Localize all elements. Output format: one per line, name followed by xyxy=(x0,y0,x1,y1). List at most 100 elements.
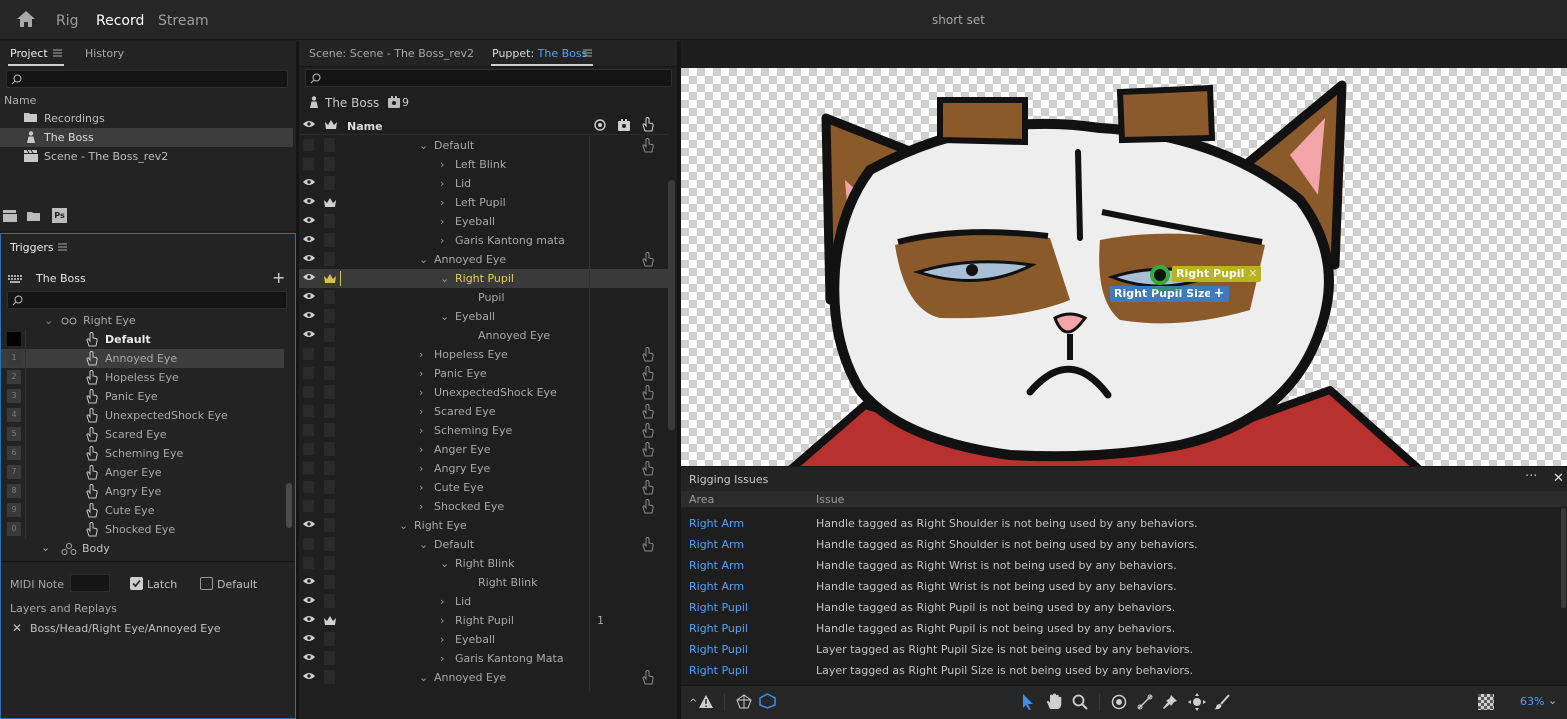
remove-layer-icon[interactable]: ✕ xyxy=(12,621,22,635)
visibility-eye-icon[interactable] xyxy=(303,653,315,661)
expand-right-icon[interactable]: › xyxy=(419,500,423,513)
visibility-eye-icon[interactable] xyxy=(303,577,315,585)
layer-row[interactable]: › Garis Kantong Mata xyxy=(299,649,669,668)
trigger-item[interactable]: 6 Scheming Eye xyxy=(1,444,284,463)
scene-tab[interactable]: Scene: Scene - The Boss_rev2 xyxy=(309,47,474,60)
warp-toggle[interactable] xyxy=(324,366,335,380)
warp-toggle[interactable] xyxy=(324,328,335,342)
visibility-toggle[interactable] xyxy=(303,538,314,550)
issue-area-link[interactable]: Right Pupil xyxy=(689,664,748,677)
visibility-eye-icon[interactable] xyxy=(303,634,315,642)
warp-toggle[interactable] xyxy=(324,442,335,456)
warp-toggle[interactable] xyxy=(324,157,335,171)
warning-icon[interactable] xyxy=(699,695,713,708)
project-item-scene[interactable]: Scene - The Boss_rev2 xyxy=(0,147,293,166)
warp-toggle[interactable] xyxy=(324,537,335,551)
visibility-toggle[interactable] xyxy=(303,405,314,417)
expand-right-icon[interactable]: › xyxy=(440,196,444,209)
layer-row[interactable]: › Left Pupil xyxy=(299,193,669,212)
layer-row[interactable]: ⌄ Eyeball xyxy=(299,307,669,326)
warp-toggle[interactable] xyxy=(324,594,335,608)
layer-row[interactable]: ⌄ Annoyed Eye xyxy=(299,250,669,269)
issue-area-link[interactable]: Right Arm xyxy=(689,538,744,551)
visibility-eye-icon[interactable] xyxy=(303,292,315,300)
expand-down-icon[interactable]: ⌄ xyxy=(419,139,428,152)
expand-right-icon[interactable]: › xyxy=(419,443,423,456)
expand-down-icon[interactable]: ⌄ xyxy=(419,671,428,684)
visibility-eye-icon[interactable] xyxy=(303,330,315,338)
layer-row[interactable]: ⌄ Right Eye xyxy=(299,516,669,535)
pin-icon[interactable] xyxy=(1162,694,1178,710)
warp-toggle[interactable] xyxy=(324,347,335,361)
warp-toggle[interactable] xyxy=(324,670,335,684)
visibility-toggle[interactable] xyxy=(303,481,314,493)
layer-row[interactable]: › Hopeless Eye xyxy=(299,345,669,364)
layer-row[interactable]: › Angry Eye xyxy=(299,459,669,478)
warp-toggle[interactable] xyxy=(324,651,335,665)
add-tag-button[interactable]: + xyxy=(1210,286,1228,302)
trigger-item[interactable]: 9 Cute Eye xyxy=(1,501,284,520)
expand-down-icon[interactable]: ⌄ xyxy=(440,272,449,285)
trigger-item[interactable]: 5 Scared Eye xyxy=(1,425,284,444)
tab-project[interactable]: Project xyxy=(10,47,48,60)
puppet-tab[interactable]: Puppet: The Boss xyxy=(492,47,587,60)
transparency-grid-icon[interactable] xyxy=(1478,694,1494,710)
visibility-eye-icon[interactable] xyxy=(303,197,315,205)
home-icon[interactable] xyxy=(16,10,36,28)
panel-menu-icon[interactable] xyxy=(583,49,592,57)
visibility-eye-icon[interactable] xyxy=(303,254,315,262)
layer-row[interactable]: ⌄ Right Pupil xyxy=(299,687,669,691)
panel-menu-icon[interactable] xyxy=(53,49,62,57)
warp-toggle[interactable] xyxy=(324,575,335,589)
layer-row[interactable]: ⌄ Default xyxy=(299,535,669,554)
visibility-eye-icon[interactable] xyxy=(303,178,315,186)
issues-scrollbar[interactable] xyxy=(1561,508,1566,608)
default-checkbox[interactable] xyxy=(200,577,213,590)
expand-down-icon[interactable]: ⌄ xyxy=(419,253,428,266)
panel-menu-icon[interactable] xyxy=(58,243,67,251)
latch-checkbox[interactable] xyxy=(130,577,143,590)
trigger-item[interactable]: Default xyxy=(1,330,284,349)
layer-row[interactable]: › Cute Eye xyxy=(299,478,669,497)
expand-down-icon[interactable]: ⌄ xyxy=(440,310,449,323)
expand-right-icon[interactable]: › xyxy=(419,367,423,380)
crown-icon[interactable] xyxy=(324,273,336,283)
puppet-search-input[interactable] xyxy=(305,69,672,87)
issue-area-link[interactable]: Right Pupil xyxy=(689,601,748,614)
new-scene-icon[interactable] xyxy=(3,210,17,222)
zoom-level[interactable]: 63% xyxy=(1520,695,1544,708)
trigger-group-body[interactable]: ⌄ Body xyxy=(1,539,284,558)
expand-down-icon[interactable]: ⌄ xyxy=(399,519,408,532)
issue-area-link[interactable]: Right Arm xyxy=(689,559,744,572)
layer-row[interactable]: › Scared Eye xyxy=(299,402,669,421)
visibility-eye-icon[interactable] xyxy=(303,520,315,528)
expand-right-icon[interactable]: › xyxy=(440,595,444,608)
warp-toggle[interactable] xyxy=(324,556,335,570)
expand-down-icon[interactable]: ⌄ xyxy=(440,690,449,691)
hexagon-icon[interactable] xyxy=(759,693,776,709)
zoom-dropdown-icon[interactable]: ⌄ xyxy=(1548,694,1557,707)
dragger-icon[interactable] xyxy=(1188,693,1206,711)
expand-right-icon[interactable]: › xyxy=(440,614,444,627)
layer-row[interactable]: › Anger Eye xyxy=(299,440,669,459)
hand-tool-icon[interactable] xyxy=(1046,693,1062,710)
collapse-icon[interactable]: ^ xyxy=(689,698,697,709)
visibility-eye-icon[interactable] xyxy=(303,311,315,319)
issue-row[interactable]: Right Arm Handle tagged as Right Shoulder… xyxy=(681,513,1567,534)
close-icon[interactable]: ✕ xyxy=(1553,471,1564,486)
issue-area-link[interactable]: Right Arm xyxy=(689,517,744,530)
warp-toggle[interactable] xyxy=(324,214,335,228)
visibility-toggle[interactable] xyxy=(303,367,314,379)
triggers-search-input[interactable] xyxy=(7,291,287,309)
expand-right-icon[interactable]: › xyxy=(419,348,423,361)
trigger-item[interactable]: 3 Panic Eye xyxy=(1,387,284,406)
layer-row[interactable]: › Shocked Eye xyxy=(299,497,669,516)
issue-area-link[interactable]: Right Pupil xyxy=(689,622,748,635)
brush-icon[interactable] xyxy=(1214,694,1230,710)
trigger-item[interactable]: 8 Angry Eye xyxy=(1,482,284,501)
warp-toggle[interactable] xyxy=(324,385,335,399)
layer-row[interactable]: Pupil xyxy=(299,288,669,307)
layer-row[interactable]: › UnexpectedShock Eye xyxy=(299,383,669,402)
visibility-eye-icon[interactable] xyxy=(303,596,315,604)
issue-row[interactable]: Right Arm Handle tagged as Right Shoulder… xyxy=(681,534,1567,555)
